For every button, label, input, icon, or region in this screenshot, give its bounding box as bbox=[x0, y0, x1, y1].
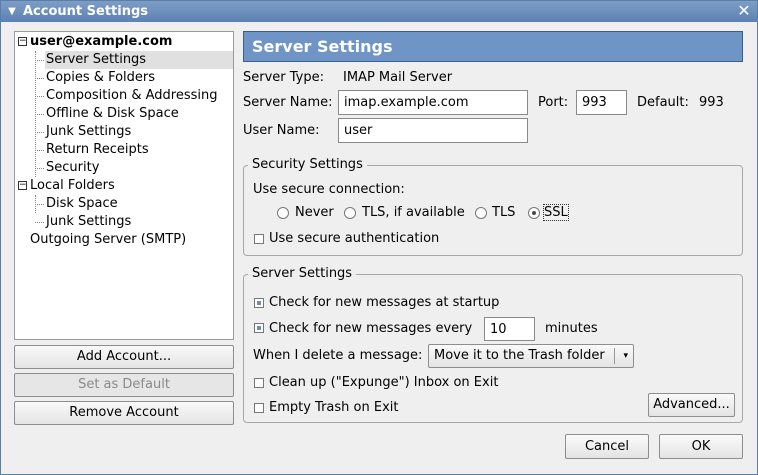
tree-item-label: Junk Settings bbox=[46, 124, 132, 139]
tree-item-label: Copies & Folders bbox=[46, 70, 156, 85]
tree-item-label: Local Folders bbox=[30, 178, 115, 193]
cleanup-checkbox[interactable] bbox=[254, 378, 264, 388]
check-every-label[interactable]: Check for new messages every bbox=[269, 321, 472, 336]
radio-tls-label[interactable]: TLS bbox=[492, 205, 515, 220]
radio-tls-if-available-label[interactable]: TLS, if available bbox=[362, 205, 465, 220]
delete-action-value: Move it to the Trash folder bbox=[434, 348, 605, 363]
server-name-input[interactable]: imap.example.com bbox=[338, 90, 528, 115]
delete-action-select[interactable]: Move it to the Trash folder ▾ bbox=[428, 344, 634, 368]
cleanup-label[interactable]: Clean up ("Expunge") Inbox on Exit bbox=[269, 375, 498, 390]
tree-item-label: user@example.com bbox=[30, 34, 173, 49]
tree-item-outgoing-server[interactable]: Outgoing Server (SMTP) bbox=[30, 231, 186, 249]
tree-line bbox=[35, 132, 44, 133]
button-label: Advanced... bbox=[653, 397, 730, 412]
collapse-icon[interactable]: − bbox=[18, 37, 27, 46]
close-icon[interactable]: ✕ bbox=[735, 2, 753, 20]
server-type-label: Server Type: bbox=[243, 70, 325, 85]
check-startup-checkbox[interactable] bbox=[254, 298, 264, 308]
combo-separator bbox=[614, 348, 615, 364]
tree-item-label: Outgoing Server (SMTP) bbox=[30, 232, 187, 247]
tree-item-account[interactable]: user@example.com bbox=[30, 33, 172, 51]
radio-never[interactable] bbox=[277, 207, 289, 219]
title-bar: ▼ Account Settings ✕ bbox=[1, 1, 757, 22]
chevron-down-icon: ▾ bbox=[623, 351, 628, 361]
cancel-button[interactable]: Cancel bbox=[565, 434, 649, 459]
port-label: Port: bbox=[538, 95, 569, 110]
button-label: Set as Default bbox=[78, 377, 170, 392]
tree-item-security[interactable]: Security bbox=[46, 159, 99, 177]
tree-item-label: Disk Space bbox=[46, 196, 118, 211]
minutes-label: minutes bbox=[545, 321, 598, 336]
tree-item-local-junk[interactable]: Junk Settings bbox=[46, 213, 131, 231]
radio-never-label[interactable]: Never bbox=[295, 205, 334, 220]
tree-item-composition[interactable]: Composition & Addressing bbox=[46, 87, 217, 105]
panel-header: Server Settings bbox=[243, 31, 743, 62]
account-settings-window: ▼ Account Settings ✕ − user@example.com … bbox=[0, 0, 758, 475]
empty-trash-label[interactable]: Empty Trash on Exit bbox=[269, 400, 398, 415]
button-label: Add Account... bbox=[76, 349, 172, 364]
tree-item-copies-folders[interactable]: Copies & Folders bbox=[46, 69, 155, 87]
tree-line bbox=[35, 204, 44, 205]
account-tree[interactable]: − user@example.com Server Settings Copie… bbox=[14, 31, 234, 340]
tree-item-local-folders[interactable]: Local Folders bbox=[30, 177, 115, 195]
tree-line bbox=[35, 150, 44, 151]
server-type-value: IMAP Mail Server bbox=[343, 70, 453, 85]
tree-item-junk-settings[interactable]: Junk Settings bbox=[46, 123, 131, 141]
tree-line bbox=[35, 60, 44, 61]
tree-item-label: Security bbox=[46, 160, 100, 175]
collapse-icon[interactable]: − bbox=[18, 181, 27, 190]
empty-trash-checkbox[interactable] bbox=[254, 403, 264, 413]
secure-auth-label[interactable]: Use secure authentication bbox=[269, 231, 439, 246]
panel-title: Server Settings bbox=[252, 37, 393, 56]
button-label: OK bbox=[691, 438, 711, 454]
window-title: Account Settings bbox=[23, 4, 149, 19]
tree-item-label: Return Receipts bbox=[46, 142, 149, 157]
tree-line bbox=[35, 222, 44, 223]
button-label: Remove Account bbox=[69, 405, 179, 420]
add-account-button[interactable]: Add Account... bbox=[14, 345, 234, 369]
default-port-value: 993 bbox=[699, 95, 724, 110]
tree-item-label: Junk Settings bbox=[46, 214, 132, 229]
server-name-label: Server Name: bbox=[243, 95, 333, 110]
tree-item-disk-space[interactable]: Disk Space bbox=[46, 195, 118, 213]
remove-account-button[interactable]: Remove Account bbox=[14, 401, 234, 425]
tree-line bbox=[35, 96, 44, 97]
security-settings-title: Security Settings bbox=[248, 157, 367, 172]
window-menu-icon[interactable]: ▼ bbox=[1, 6, 23, 17]
set-default-button[interactable]: Set as Default bbox=[14, 373, 234, 397]
tree-line bbox=[35, 78, 44, 79]
tree-item-offline-disk[interactable]: Offline & Disk Space bbox=[46, 105, 179, 123]
secure-connection-label: Use secure connection: bbox=[253, 182, 405, 197]
tree-item-label: Composition & Addressing bbox=[46, 88, 218, 103]
tree-item-return-receipts[interactable]: Return Receipts bbox=[46, 141, 149, 159]
radio-tls-if-available[interactable] bbox=[344, 207, 356, 219]
tree-line bbox=[35, 168, 44, 169]
ok-button[interactable]: OK bbox=[659, 434, 743, 459]
tree-item-server-settings[interactable]: Server Settings bbox=[45, 51, 233, 69]
check-startup-label[interactable]: Check for new messages at startup bbox=[269, 295, 499, 310]
secure-auth-checkbox[interactable] bbox=[254, 234, 264, 244]
tree-line bbox=[35, 114, 44, 115]
delete-message-label: When I delete a message: bbox=[253, 348, 423, 363]
user-name-label: User Name: bbox=[243, 123, 320, 138]
user-name-input[interactable]: user bbox=[338, 118, 528, 143]
default-port-label: Default: bbox=[637, 95, 689, 110]
tree-item-label: Server Settings bbox=[46, 52, 147, 67]
tree-item-label: Offline & Disk Space bbox=[46, 106, 179, 121]
check-every-checkbox[interactable] bbox=[254, 323, 264, 333]
port-input[interactable]: 993 bbox=[576, 90, 627, 115]
server-settings-title: Server Settings bbox=[248, 266, 357, 281]
radio-ssl[interactable] bbox=[528, 207, 540, 219]
advanced-button[interactable]: Advanced... bbox=[648, 393, 735, 417]
minutes-input[interactable]: 10 bbox=[484, 317, 535, 341]
button-label: Cancel bbox=[584, 438, 630, 454]
radio-ssl-label[interactable]: SSL bbox=[543, 204, 569, 221]
radio-tls[interactable] bbox=[475, 207, 487, 219]
